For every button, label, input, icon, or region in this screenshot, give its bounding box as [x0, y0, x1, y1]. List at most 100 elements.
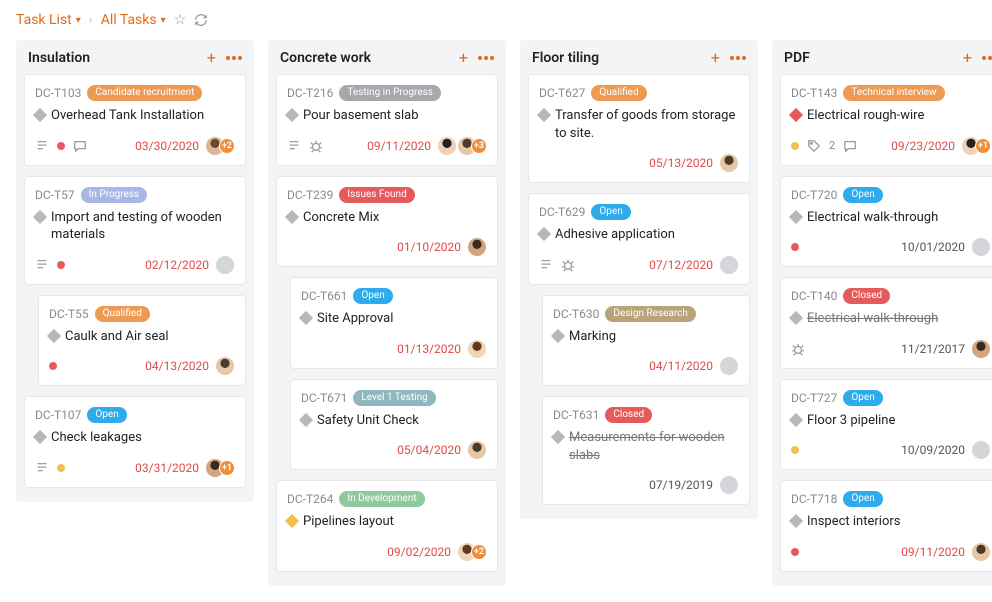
task-card[interactable]: DC-T239Issues FoundConcrete Mix01/10/202… [276, 176, 498, 268]
task-card[interactable]: DC-T103Candidate recruitmentOverhead Tan… [24, 74, 246, 166]
column-more-button[interactable] [982, 56, 992, 60]
column-more-button[interactable] [478, 56, 494, 60]
yellow-dot-icon [57, 464, 65, 472]
task-card[interactable]: DC-T107OpenCheck leakages03/31/2020+1 [24, 396, 246, 488]
task-id: DC-T627 [539, 86, 585, 100]
priority-diamond-icon [285, 514, 299, 528]
task-card[interactable]: DC-T727OpenFloor 3 pipeline10/09/2020 [780, 379, 992, 471]
task-title: Safety Unit Check [317, 412, 419, 430]
task-id: DC-T630 [553, 307, 599, 321]
red-dot-icon [791, 243, 799, 251]
due-date: 02/12/2020 [145, 258, 209, 272]
star-icon[interactable]: ☆ [174, 12, 187, 28]
task-id: DC-T727 [791, 391, 837, 405]
priority-diamond-icon [789, 514, 803, 528]
task-card[interactable]: DC-T720OpenElectrical walk-through10/01/… [780, 176, 992, 268]
task-card[interactable]: DC-T216Testing in ProgressPour basement … [276, 74, 498, 166]
add-card-button[interactable]: + [963, 50, 972, 66]
due-date: 09/23/2020 [891, 139, 955, 153]
due-date: 03/30/2020 [135, 139, 199, 153]
assignee-avatar[interactable] [719, 153, 739, 173]
column-more-button[interactable] [730, 56, 746, 60]
add-card-button[interactable]: + [711, 50, 720, 66]
task-id: DC-T107 [35, 408, 81, 422]
status-badge: Open [843, 491, 882, 507]
assignee-avatar[interactable] [215, 356, 235, 376]
assignee-avatar[interactable] [467, 339, 487, 359]
task-card[interactable]: DC-T718OpenInspect interiors09/11/2020 [780, 480, 992, 572]
task-card[interactable]: DC-T143Technical interviewElectrical rou… [780, 74, 992, 166]
task-card[interactable]: DC-T631ClosedMeasurements for wooden sla… [542, 396, 750, 505]
assignee-avatar[interactable] [467, 440, 487, 460]
priority-diamond-icon [537, 227, 551, 241]
card-indicators [35, 258, 65, 272]
task-card[interactable]: DC-T627QualifiedTransfer of goods from s… [528, 74, 750, 183]
assignee-avatar[interactable] [437, 136, 457, 156]
kanban-board: Insulation+DC-T103Candidate recruitmentO… [16, 40, 976, 586]
card-right: 09/02/2020+2 [387, 542, 487, 562]
kanban-column: Concrete work+DC-T216Testing in Progress… [268, 40, 506, 586]
breadcrumb-root[interactable]: Task List ▾ [16, 12, 81, 28]
extra-assignees-badge[interactable]: +2 [219, 138, 235, 154]
assignee-avatar[interactable] [215, 255, 235, 275]
column-more-button[interactable] [226, 56, 242, 60]
task-title: Electrical walk-through [807, 209, 938, 227]
priority-diamond-icon [285, 108, 299, 122]
card-indicators: 2 [791, 139, 857, 153]
extra-assignees-badge[interactable]: +3 [471, 138, 487, 154]
assignee-avatar[interactable] [719, 255, 739, 275]
breadcrumb-root-label: Task List [16, 12, 72, 28]
assignee-avatar[interactable] [719, 356, 739, 376]
card-right: 01/10/2020 [397, 237, 487, 257]
extra-assignees-badge[interactable]: +2 [471, 544, 487, 560]
status-badge: Closed [605, 407, 652, 423]
assignee-avatar[interactable] [467, 237, 487, 257]
assignee-avatar[interactable] [971, 339, 991, 359]
due-date: 07/19/2019 [649, 478, 713, 492]
task-id: DC-T103 [35, 86, 81, 100]
task-title: Marking [569, 328, 616, 346]
assignee-avatar[interactable] [971, 542, 991, 562]
comments-icon [843, 139, 857, 153]
task-card[interactable]: DC-T264In DevelopmentPipelines layout09/… [276, 480, 498, 572]
add-card-button[interactable]: + [459, 50, 468, 66]
task-card[interactable]: DC-T140ClosedElectrical walk-through11/2… [780, 277, 992, 369]
task-card[interactable]: DC-T661OpenSite Approval01/13/2020 [290, 277, 498, 369]
yellow-dot-icon [791, 142, 799, 150]
assignee-avatar[interactable] [971, 237, 991, 257]
status-badge: Technical interview [843, 85, 944, 101]
due-date: 09/11/2020 [901, 545, 965, 559]
breadcrumb-current[interactable]: All Tasks ▾ [101, 12, 166, 28]
task-card[interactable]: DC-T630Design ResearchMarking04/11/2020 [542, 295, 750, 387]
task-card[interactable]: DC-T57In ProgressImport and testing of w… [24, 176, 246, 285]
add-card-button[interactable]: + [207, 50, 216, 66]
red-dot-icon [791, 548, 799, 556]
extra-assignees-badge[interactable]: +1 [219, 460, 235, 476]
task-title: Check leakages [51, 429, 142, 447]
assignee-avatar[interactable] [971, 440, 991, 460]
task-title: Concrete Mix [303, 209, 379, 227]
kanban-column: Insulation+DC-T103Candidate recruitmentO… [16, 40, 254, 502]
red-dot-icon [57, 142, 65, 150]
due-date: 04/11/2020 [649, 359, 713, 373]
status-badge: Candidate recruitment [87, 85, 202, 101]
card-right: 04/13/2020 [145, 356, 235, 376]
task-id: DC-T57 [35, 188, 75, 202]
task-card[interactable]: DC-T671Level 1 TestingSafety Unit Check0… [290, 379, 498, 471]
refresh-icon[interactable] [194, 13, 208, 27]
task-card[interactable]: DC-T629OpenAdhesive application07/12/202… [528, 193, 750, 285]
bug-icon [791, 342, 805, 356]
priority-diamond-icon [551, 329, 565, 343]
red-dot-icon [49, 362, 57, 370]
priority-diamond-icon [299, 311, 313, 325]
assignee-avatar[interactable] [719, 475, 739, 495]
column-cards: DC-T216Testing in ProgressPour basement … [276, 74, 498, 572]
task-card[interactable]: DC-T55QualifiedCaulk and Air seal04/13/2… [38, 295, 246, 387]
card-right: 05/13/2020 [649, 153, 739, 173]
task-title: Inspect interiors [807, 513, 900, 531]
subtasks-icon [35, 139, 49, 153]
status-badge: Open [591, 204, 630, 220]
card-right: 05/04/2020 [397, 440, 487, 460]
extra-assignees-badge[interactable]: +1 [975, 138, 991, 154]
priority-diamond-icon [789, 209, 803, 223]
